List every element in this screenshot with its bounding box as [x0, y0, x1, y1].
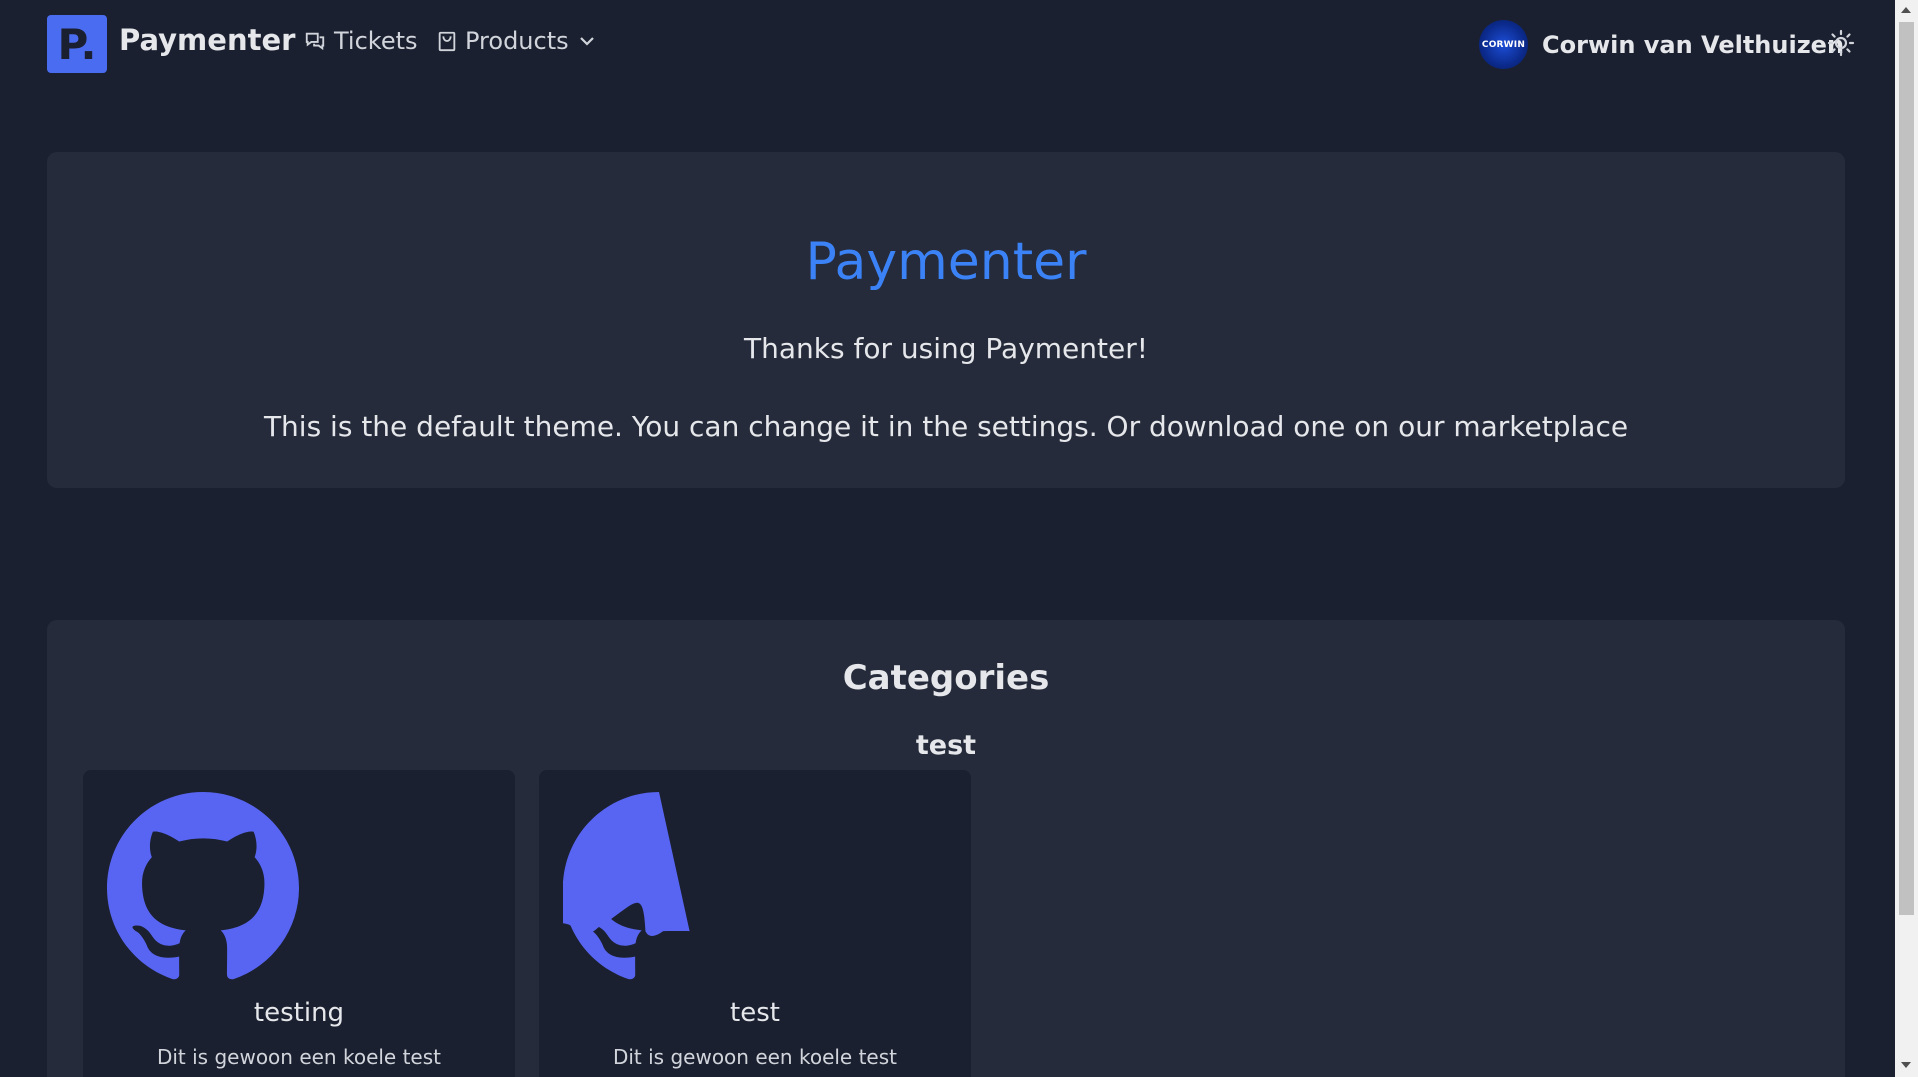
- sun-icon: [1826, 29, 1856, 62]
- product-description: Dit is gewoon een koele test: [156, 1045, 442, 1069]
- product-description: Dit is gewoon een koele test: [612, 1045, 898, 1069]
- chat-bubbles-icon: [304, 30, 326, 52]
- categories-title: Categories: [842, 658, 1050, 698]
- nav-products-label: Products: [465, 27, 569, 55]
- scroll-down-arrow-icon[interactable]: [1901, 1062, 1911, 1068]
- shopping-bag-icon: [437, 30, 457, 52]
- logo-letter: P.: [57, 20, 97, 69]
- nav-tickets-link[interactable]: Tickets: [304, 27, 418, 55]
- product-card[interactable]: testing Dit is gewoon een koele test: [83, 770, 515, 1077]
- chevron-down-icon: [577, 31, 597, 51]
- user-menu[interactable]: CORWIN Corwin van Velthuizen: [1479, 20, 1844, 69]
- user-name: Corwin van Velthuizen: [1542, 30, 1845, 59]
- vertical-scrollbar[interactable]: [1895, 0, 1918, 1077]
- paymenter-logo[interactable]: P.: [47, 15, 107, 73]
- nav-tickets-label: Tickets: [334, 27, 418, 55]
- category-group-name: test: [915, 730, 977, 761]
- product-name: testing: [253, 998, 345, 1028]
- brand-name[interactable]: Paymenter: [119, 23, 295, 57]
- hero-card: Paymenter Thanks for using Paymenter! Th…: [47, 152, 1845, 488]
- hero-thanks-text: Thanks for using Paymenter!: [744, 332, 1148, 365]
- scroll-up-arrow-icon[interactable]: [1901, 7, 1911, 13]
- hero-description-text: This is the default theme. You can chang…: [263, 410, 1629, 443]
- nav-products-dropdown[interactable]: Products: [437, 27, 597, 55]
- avatar-text: CORWIN: [1481, 39, 1526, 50]
- product-name: test: [730, 998, 780, 1028]
- github-icon: [546, 792, 755, 984]
- categories-section: Categories test testing Dit is gewoon ee…: [47, 620, 1845, 1077]
- product-card[interactable]: test Dit is gewoon een koele test: [539, 770, 971, 1077]
- top-navbar: P. Paymenter Tickets Products CORWIN Cor…: [0, 0, 1895, 88]
- scrollbar-thumb[interactable]: [1899, 22, 1914, 915]
- hero-title: Paymenter: [805, 232, 1087, 292]
- theme-toggle-button[interactable]: [1826, 28, 1856, 58]
- github-icon: [107, 792, 299, 984]
- avatar: CORWIN: [1479, 20, 1528, 69]
